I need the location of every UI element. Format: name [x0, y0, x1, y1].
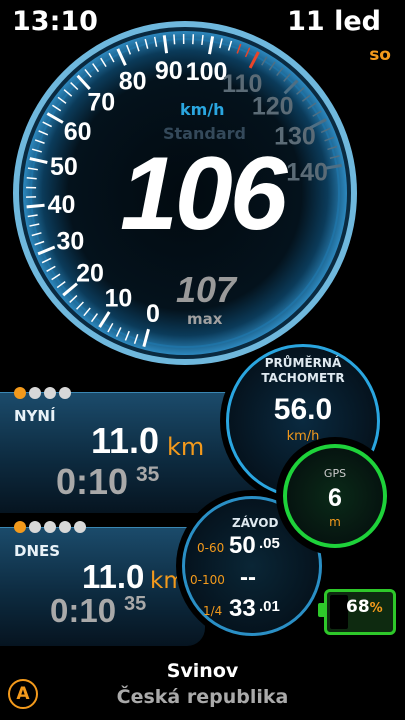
page-dot[interactable] [29, 521, 41, 533]
speed-unit: km/h [180, 100, 225, 119]
page-dot[interactable] [59, 387, 71, 399]
race-row-0-60-value: 50 [229, 532, 256, 559]
dial-tick [26, 203, 45, 209]
today-time: 0:10 [50, 592, 117, 629]
gps-unit: m [329, 515, 341, 529]
today-time-seconds: 35 [124, 593, 147, 615]
page-dot[interactable] [44, 387, 56, 399]
battery-percent-symbol: % [369, 601, 383, 616]
dial-tick [26, 177, 37, 180]
average-speed-value: 56.0 [273, 393, 333, 426]
dial-tick [173, 34, 176, 45]
max-speed-value: 107 [176, 269, 237, 310]
gps-label: GPS [323, 467, 347, 480]
dial-label-50: 50 [50, 153, 78, 181]
race-row-quarter-value: 33 [229, 595, 256, 622]
max-speed-label: max [187, 310, 223, 328]
auto-mode-button[interactable]: A [8, 679, 38, 709]
dial-label-60: 60 [64, 118, 92, 146]
battery-percent: 68 [346, 597, 370, 617]
dial-label-10: 10 [104, 285, 132, 313]
dial-label-30: 30 [57, 227, 85, 255]
dial-tick [192, 34, 195, 45]
dial-label-20: 20 [76, 260, 104, 288]
dial-label-80: 80 [119, 68, 147, 96]
race-row-0-100-value: -- [240, 564, 256, 591]
current-speed: 106 [120, 136, 288, 252]
today-distance: 11.0 [82, 558, 145, 595]
race-row-0-100-label: 0-100 [190, 573, 225, 587]
page-dot[interactable] [14, 387, 26, 399]
now-time-seconds: 35 [136, 463, 160, 486]
now-distance-unit: km [167, 433, 205, 461]
page-dot[interactable] [74, 521, 86, 533]
dial-label-40: 40 [48, 191, 76, 219]
page-dot[interactable] [44, 521, 56, 533]
average-label: PRŮMĚRNÁ TACHOMETR [226, 356, 380, 386]
gps-value: 6 [328, 484, 342, 512]
today-dots[interactable] [14, 521, 86, 533]
race-row-0-60-fraction: .05 [259, 535, 280, 552]
today-label: DNES [14, 542, 61, 560]
average-label-line1: PRŮMĚRNÁ [264, 356, 342, 370]
race-title: ZÁVOD [232, 516, 279, 530]
location-city: Svinov [166, 660, 239, 682]
dial-label-140: 140 [286, 158, 328, 186]
now-label: NYNÍ [14, 407, 56, 425]
dial-label-70: 70 [87, 89, 115, 117]
now-dots[interactable] [14, 387, 71, 399]
page-dot[interactable] [29, 387, 41, 399]
dial-label-90: 90 [155, 57, 183, 85]
now-distance: 11.0 [91, 420, 160, 461]
race-row-0-60-label: 0-60 [197, 541, 225, 555]
now-time: 0:10 [56, 461, 129, 502]
battery-indicator: 68% [318, 589, 396, 635]
page-dot[interactable] [14, 521, 26, 533]
race-row-quarter-label: 1/4 [203, 604, 223, 618]
location-country: Česká republika [116, 686, 289, 708]
race-row-quarter-fraction: .01 [259, 598, 280, 615]
dial-label-0: 0 [146, 300, 160, 328]
average-label-line2: TACHOMETR [261, 371, 345, 385]
weekday: so [369, 45, 391, 65]
dial-label-120: 120 [252, 92, 294, 120]
page-dot[interactable] [59, 521, 71, 533]
